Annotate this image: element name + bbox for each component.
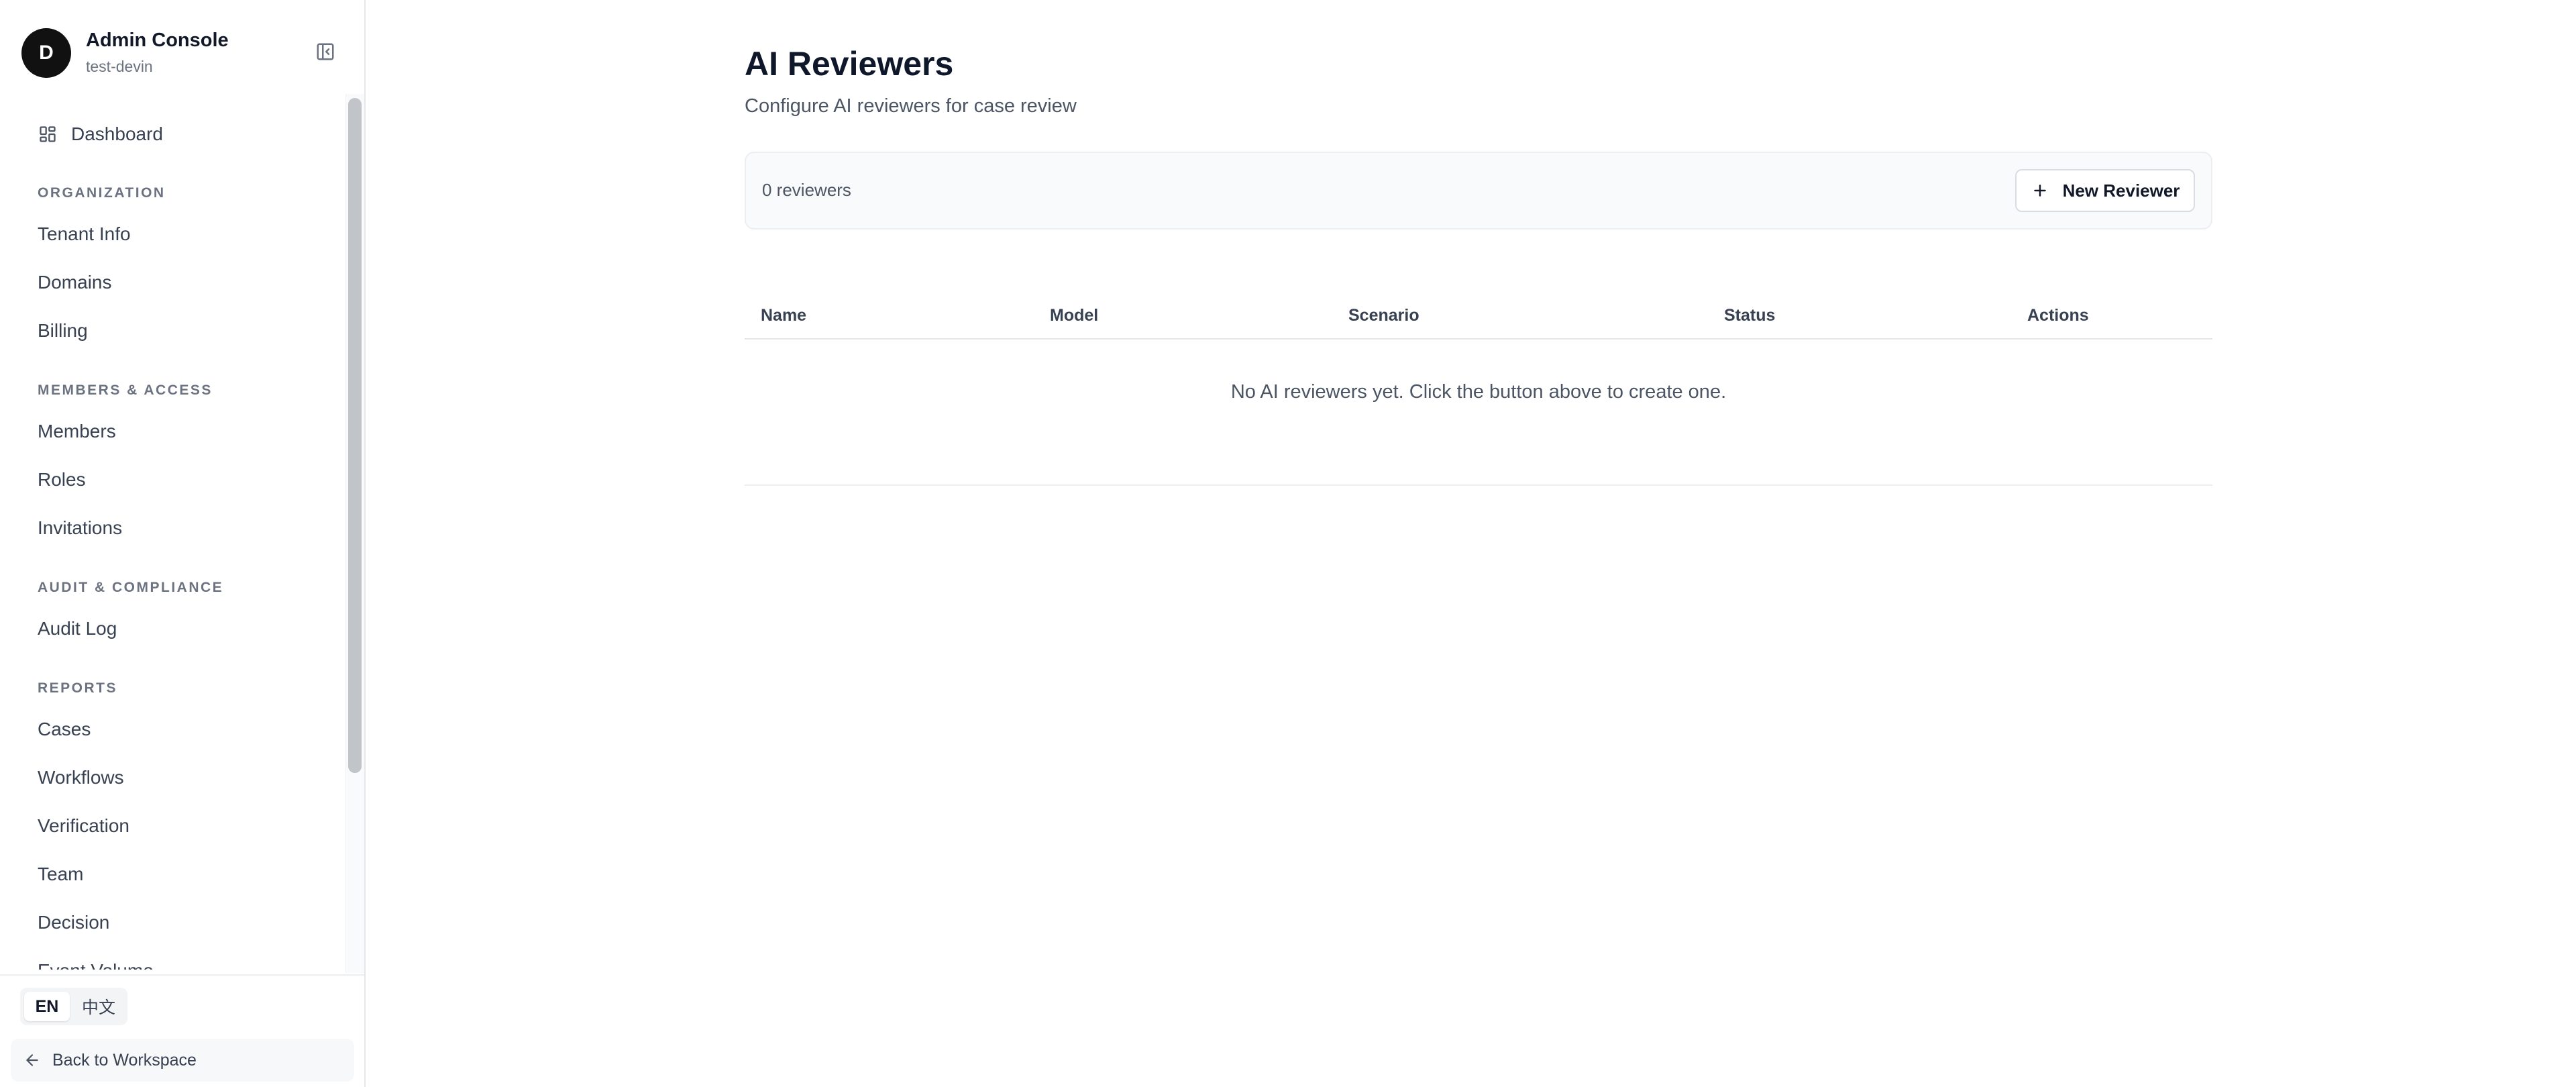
new-reviewer-label: New Reviewer bbox=[2062, 180, 2180, 201]
sidebar-item-roles[interactable]: Roles bbox=[38, 463, 86, 497]
grid-icon bbox=[38, 124, 58, 144]
sidebar-item-tenant-info[interactable]: Tenant Info bbox=[38, 217, 131, 251]
sidebar-header: D Admin Console test-devin bbox=[0, 0, 364, 94]
sidebar-item-decision[interactable]: Decision bbox=[38, 906, 109, 939]
section-members-access: MEMBERS & ACCESS bbox=[38, 382, 213, 398]
arrow-left-icon bbox=[23, 1051, 42, 1070]
sidebar-item-billing[interactable]: Billing bbox=[38, 314, 88, 348]
column-header-name: Name bbox=[761, 306, 807, 325]
sidebar: D Admin Console test-devin Dashboard ORG… bbox=[0, 0, 366, 1087]
sidebar-item-domains[interactable]: Domains bbox=[38, 266, 111, 299]
sidebar-item-invitations[interactable]: Invitations bbox=[38, 511, 122, 545]
avatar[interactable]: D bbox=[21, 28, 71, 78]
reviewers-toolbar bbox=[745, 152, 2212, 229]
table-bottom-divider bbox=[745, 484, 2212, 486]
sidebar-item-team[interactable]: Team bbox=[38, 858, 83, 891]
back-to-workspace-button[interactable]: Back to Workspace bbox=[11, 1039, 354, 1082]
sidebar-item-members[interactable]: Members bbox=[38, 415, 116, 448]
sidebar-nav: Dashboard ORGANIZATION Tenant Info Domai… bbox=[0, 97, 345, 970]
language-en-button[interactable]: EN bbox=[24, 992, 70, 1021]
section-audit-compliance: AUDIT & COMPLIANCE bbox=[38, 580, 224, 595]
sidebar-collapse-button[interactable] bbox=[314, 42, 337, 64]
console-title: Admin Console bbox=[86, 30, 229, 51]
new-reviewer-button[interactable]: New Reviewer bbox=[2015, 169, 2195, 212]
section-organization: ORGANIZATION bbox=[38, 185, 166, 201]
back-to-workspace-label: Back to Workspace bbox=[52, 1050, 197, 1070]
tenant-name: test-devin bbox=[86, 58, 153, 75]
page-title: AI Reviewers bbox=[745, 45, 954, 83]
reviewer-count: 0 reviewers bbox=[762, 180, 851, 200]
column-header-model: Model bbox=[1050, 306, 1099, 325]
sidebar-item-cases[interactable]: Cases bbox=[38, 713, 91, 746]
sidebar-item-event-volume[interactable]: Event Volume bbox=[38, 954, 154, 970]
table-header-divider bbox=[745, 338, 2212, 340]
language-zh-button[interactable]: 中文 bbox=[74, 992, 123, 1021]
sidebar-collapse-icon bbox=[315, 42, 335, 65]
sidebar-item-label: Dashboard bbox=[71, 123, 163, 144]
empty-state-message: No AI reviewers yet. Click the button ab… bbox=[1230, 381, 1727, 403]
sidebar-item-verification[interactable]: Verification bbox=[38, 809, 129, 843]
column-header-actions: Actions bbox=[2027, 306, 2089, 325]
column-header-status: Status bbox=[1724, 306, 1776, 325]
plus-icon bbox=[2031, 181, 2049, 200]
sidebar-item-workflows[interactable]: Workflows bbox=[38, 761, 124, 794]
section-reports: REPORTS bbox=[38, 680, 118, 696]
column-header-scenario: Scenario bbox=[1348, 306, 1419, 325]
page-subtitle: Configure AI reviewers for case review bbox=[745, 95, 1077, 117]
sidebar-item-audit-log[interactable]: Audit Log bbox=[38, 612, 117, 645]
sidebar-item-dashboard[interactable]: Dashboard bbox=[38, 117, 163, 151]
sidebar-scrollbar-thumb[interactable] bbox=[348, 98, 362, 773]
